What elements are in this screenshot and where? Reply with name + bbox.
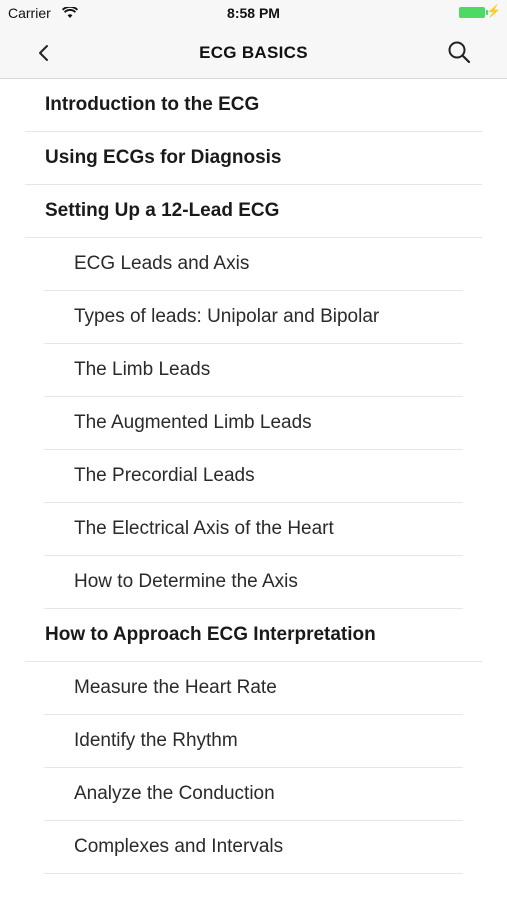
row-label: The Augmented Limb Leads xyxy=(74,412,312,433)
status-bar: Carrier 8:58 PM ⚡ xyxy=(0,0,507,27)
topic-row[interactable]: Analyze the Conduction xyxy=(44,768,463,821)
topic-row[interactable]: The Augmented Limb Leads xyxy=(44,397,463,450)
row-label: The Limb Leads xyxy=(74,359,211,380)
row-label: Complexes and Intervals xyxy=(74,836,284,857)
row-label: Identify the Rhythm xyxy=(74,730,238,751)
topic-row[interactable]: ECG Leads and Axis xyxy=(44,238,463,291)
clock: 8:58 PM xyxy=(227,5,280,21)
row-label: How to Determine the Axis xyxy=(74,571,298,592)
row-label: Introduction to the ECG xyxy=(45,94,260,115)
search-button[interactable] xyxy=(445,38,473,66)
section-row[interactable]: Introduction to the ECG xyxy=(25,79,482,132)
section-row[interactable]: How to Approach ECG Interpretation xyxy=(25,609,482,662)
section-row[interactable]: Using ECGs for Diagnosis xyxy=(25,132,482,185)
battery-icon xyxy=(459,7,488,18)
charging-icon: ⚡ xyxy=(486,4,501,18)
topic-row[interactable]: The Electrical Axis of the Heart xyxy=(44,503,463,556)
topic-row[interactable]: Measure the Heart Rate xyxy=(44,662,463,715)
row-label: Setting Up a 12-Lead ECG xyxy=(45,200,280,221)
topic-row[interactable]: Complexes and Intervals xyxy=(44,821,463,874)
topic-row[interactable]: Identify the Rhythm xyxy=(44,715,463,768)
row-label: The Precordial Leads xyxy=(74,465,255,486)
topic-row[interactable]: How to Determine the Axis xyxy=(44,556,463,609)
row-label: The Electrical Axis of the Heart xyxy=(74,518,334,539)
topic-row[interactable]: Types of leads: Unipolar and Bipolar xyxy=(44,291,463,344)
row-label: Analyze the Conduction xyxy=(74,783,275,804)
row-label: Types of leads: Unipolar and Bipolar xyxy=(74,306,380,327)
topic-row[interactable]: The Precordial Leads xyxy=(44,450,463,503)
topic-list: Introduction to the ECG Using ECGs for Di… xyxy=(0,79,507,874)
page-title: ECG BASICS xyxy=(199,43,308,62)
search-icon xyxy=(448,41,471,64)
section-row[interactable]: Setting Up a 12-Lead ECG xyxy=(25,185,482,238)
row-label: How to Approach ECG Interpretation xyxy=(45,624,376,645)
topic-row[interactable]: The Limb Leads xyxy=(44,344,463,397)
row-label: Measure the Heart Rate xyxy=(74,677,277,698)
navigation-bar: ECG BASICS xyxy=(0,27,507,79)
row-label: Using ECGs for Diagnosis xyxy=(45,147,282,168)
row-label: ECG Leads and Axis xyxy=(74,253,250,274)
